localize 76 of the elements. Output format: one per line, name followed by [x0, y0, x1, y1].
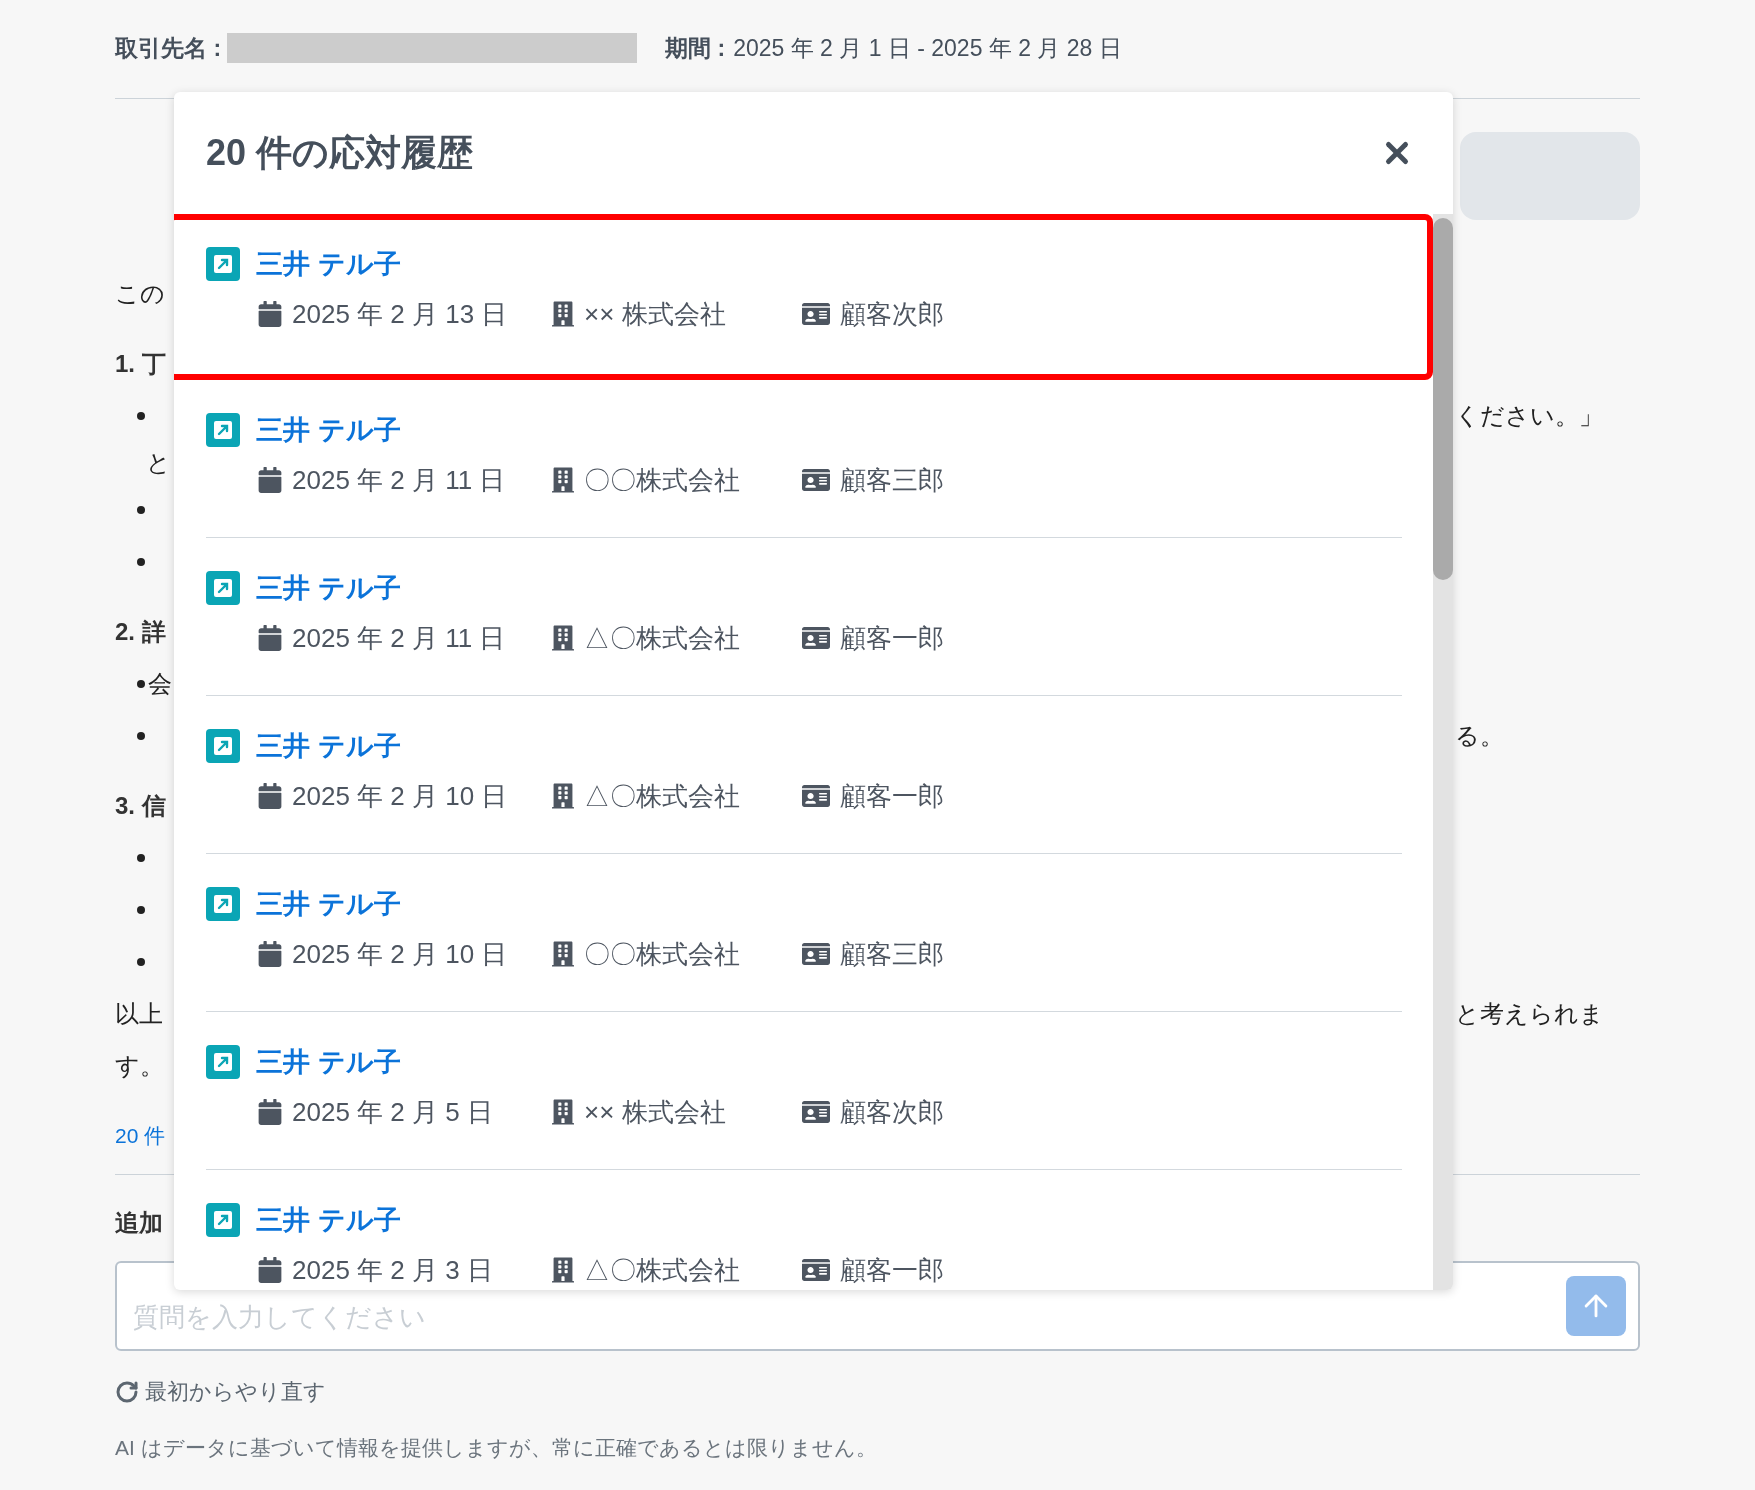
date-text: 2025 年 2 月 10 日 — [292, 937, 509, 971]
date-text: 2025 年 2 月 5 日 — [292, 1095, 494, 1129]
restart-button[interactable]: 最初からやり直す — [115, 1375, 326, 1408]
period-value: 2025 年 2 月 1 日 - 2025 年 2 月 28 日 — [733, 33, 1122, 63]
scrollbar-track[interactable] — [1433, 214, 1453, 1290]
staff-name-link[interactable]: 三井 テル子 — [256, 884, 401, 925]
client-label: 取引先名 : — [115, 33, 222, 63]
staff-name-link[interactable]: 三井 テル子 — [256, 1042, 401, 1083]
staff-name-link[interactable]: 三井 テル子 — [256, 410, 401, 451]
staff-name-link[interactable]: 三井 テル子 — [256, 244, 401, 285]
contact-text: 顧客一郎 — [840, 779, 944, 813]
building-icon — [552, 625, 574, 651]
id-card-icon — [802, 301, 830, 327]
contact-text: 顧客次郎 — [840, 297, 944, 331]
section-heading: 2. 詳 — [115, 617, 166, 647]
staff-name-link[interactable]: 三井 テル子 — [256, 726, 401, 767]
reload-icon — [115, 1379, 139, 1404]
external-link-icon[interactable] — [206, 1203, 240, 1238]
calendar-icon — [258, 1099, 282, 1125]
date-text: 2025 年 2 月 11 日 — [292, 621, 507, 655]
body-text: ください。」 — [1455, 402, 1603, 429]
scrollbar-thumb[interactable] — [1433, 218, 1453, 580]
calendar-icon — [258, 625, 282, 651]
external-link-icon[interactable] — [206, 571, 240, 606]
calendar-icon — [258, 467, 282, 493]
calendar-icon — [258, 941, 282, 967]
contact-text: 顧客三郎 — [840, 463, 944, 497]
external-link-icon[interactable] — [206, 887, 240, 922]
id-card-icon — [802, 1099, 830, 1125]
section-heading: 1. 丁 — [115, 349, 166, 379]
calendar-icon — [258, 1257, 282, 1283]
id-card-icon — [802, 625, 830, 651]
history-link[interactable]: 20 件 — [115, 1120, 166, 1152]
calendar-icon — [258, 783, 282, 809]
external-link-icon[interactable] — [206, 729, 240, 764]
date-text: 2025 年 2 月 13 日 — [292, 297, 509, 331]
date-text: 2025 年 2 月 11 日 — [292, 463, 507, 497]
body-text: この — [115, 279, 165, 309]
list-text: 会 — [148, 669, 172, 699]
calendar-icon — [258, 301, 282, 327]
disclaimer-text: AI はデータに基づいて情報を提供しますが、常に正確であるとは限りません。 — [115, 1435, 878, 1461]
follow-up-label: 追加 — [115, 1208, 163, 1238]
building-icon — [552, 301, 574, 327]
company-text: 〇〇株式会社 — [584, 463, 741, 497]
external-link-icon[interactable] — [206, 413, 240, 448]
contact-text: 顧客三郎 — [840, 937, 944, 971]
staff-name-link[interactable]: 三井 テル子 — [256, 1200, 401, 1241]
external-link-icon[interactable] — [206, 1045, 240, 1080]
period-label: 期間 : — [665, 33, 726, 63]
id-card-icon — [802, 467, 830, 493]
contact-text: 顧客一郎 — [840, 621, 944, 655]
date-text: 2025 年 2 月 10 日 — [292, 779, 509, 813]
external-link-icon[interactable] — [206, 247, 240, 282]
building-icon — [552, 1099, 574, 1125]
building-icon — [552, 783, 574, 809]
company-text: △〇株式会社 — [584, 779, 741, 813]
section-heading: 3. 信 — [115, 791, 166, 821]
building-icon — [552, 941, 574, 967]
company-text: △〇株式会社 — [584, 621, 741, 655]
list-text: と — [146, 448, 171, 478]
body-text: す。 — [115, 1051, 164, 1081]
body-text: と考えられま — [1455, 1000, 1604, 1027]
company-text: 〇〇株式会社 — [584, 937, 741, 971]
id-card-icon — [802, 1257, 830, 1283]
body-text: る。 — [1455, 722, 1504, 749]
company-text: ×× 株式会社 — [584, 1095, 727, 1129]
contact-text: 顧客次郎 — [840, 1095, 944, 1129]
id-card-icon — [802, 783, 830, 809]
company-text: ×× 株式会社 — [584, 297, 727, 331]
building-icon — [552, 467, 574, 493]
body-text: 以上 — [115, 999, 163, 1029]
modal-title: 20 件の応対履歴 — [206, 131, 474, 175]
staff-name-link[interactable]: 三井 テル子 — [256, 568, 401, 609]
building-icon — [552, 1257, 574, 1283]
send-button[interactable] — [1566, 1276, 1626, 1336]
id-card-icon — [802, 941, 830, 967]
